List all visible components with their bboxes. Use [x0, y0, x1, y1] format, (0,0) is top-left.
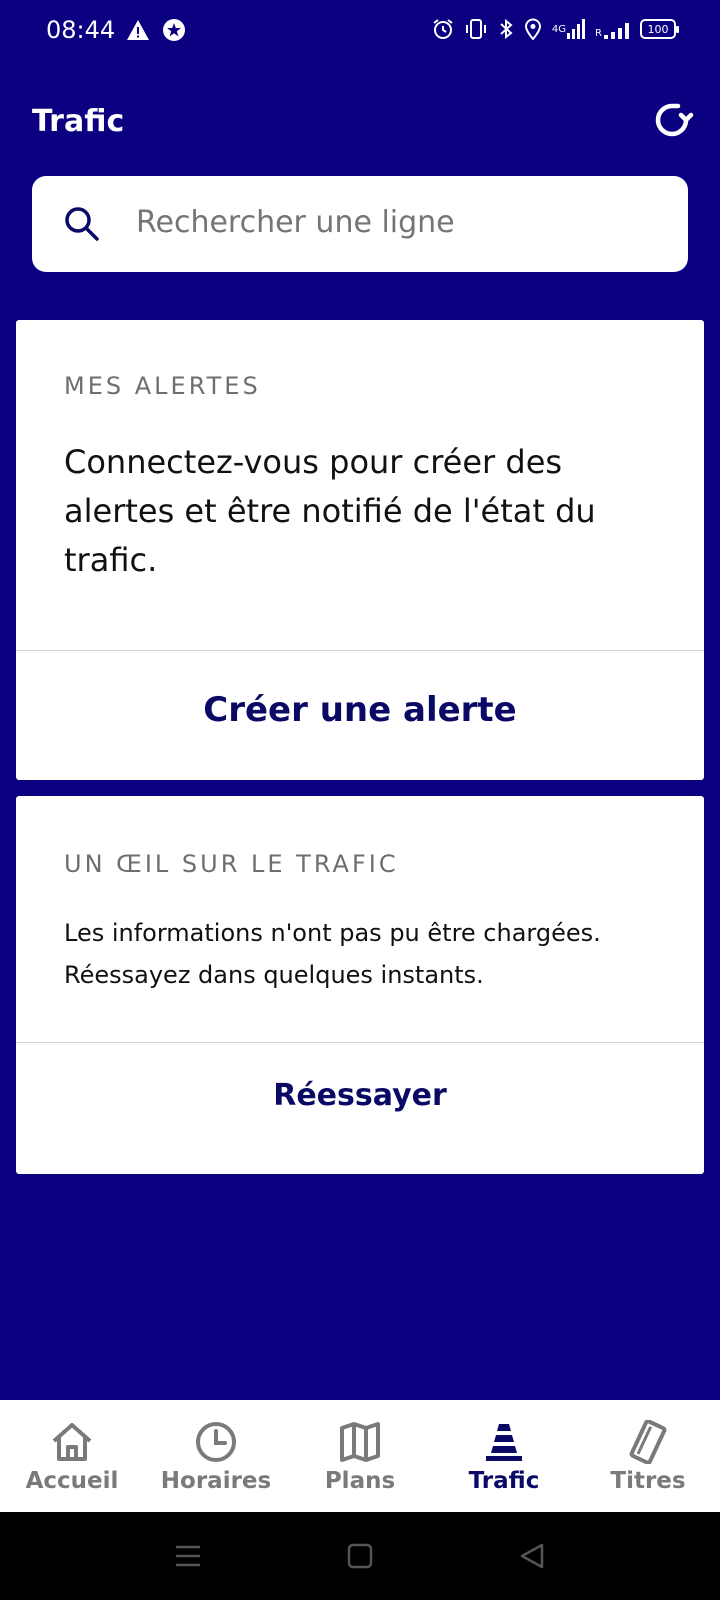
star-badge-icon: [162, 18, 186, 42]
traffic-card: UN ŒIL SUR LE TRAFIC Les informations n'…: [16, 796, 704, 1174]
nav-label-horaires: Horaires: [160, 1468, 272, 1494]
alerts-card: MES ALERTES Connectez-vous pour créer de…: [16, 320, 704, 780]
home-button[interactable]: [344, 1540, 376, 1572]
nav-label-plans: Plans: [324, 1468, 396, 1494]
status-bar: 08:44 4G R 100: [0, 0, 720, 64]
traffic-card-title: UN ŒIL SUR LE TRAFIC: [64, 850, 399, 878]
menu-icon: [176, 1545, 200, 1567]
back-button[interactable]: [516, 1540, 548, 1572]
signal-roaming-icon: R: [595, 19, 630, 39]
signal-icon: 4G: [552, 19, 586, 39]
search-placeholder: Rechercher une ligne: [136, 205, 455, 240]
location-icon: [524, 18, 542, 40]
divider: [16, 1042, 704, 1043]
home-icon: [48, 1418, 96, 1466]
back-triangle-icon: [520, 1543, 544, 1569]
refresh-icon: [655, 103, 694, 137]
clock-icon: [192, 1418, 240, 1466]
search-icon: [65, 207, 99, 241]
nav-label-accueil: Accueil: [25, 1468, 119, 1494]
search-input[interactable]: Rechercher une ligne: [32, 176, 688, 272]
square-icon: [347, 1543, 373, 1569]
menu-button[interactable]: [172, 1540, 204, 1572]
bluetooth-icon: [498, 18, 514, 40]
nav-item-plans[interactable]: Plans: [288, 1400, 432, 1512]
retry-button[interactable]: Réessayer: [16, 1078, 704, 1113]
alarm-icon: [432, 18, 454, 40]
traffic-card-message: Les informations n'ont pas pu être charg…: [64, 919, 601, 989]
traffic-cone-icon: [480, 1418, 528, 1466]
divider: [16, 650, 704, 651]
battery-level: 100: [647, 22, 669, 36]
refresh-button[interactable]: [648, 96, 696, 144]
system-navigation-bar: [0, 1512, 720, 1600]
battery-icon: 100: [640, 19, 679, 39]
nav-label-trafic: Trafic: [468, 1468, 540, 1494]
status-time: 08:44: [46, 16, 116, 44]
create-alert-button[interactable]: Créer une alerte: [16, 690, 704, 730]
nav-item-trafic[interactable]: Trafic: [432, 1400, 576, 1512]
nav-item-titres[interactable]: Titres: [576, 1400, 720, 1512]
map-icon: [336, 1418, 384, 1466]
nav-item-horaires[interactable]: Horaires: [144, 1400, 288, 1512]
nav-item-accueil[interactable]: Accueil: [0, 1400, 144, 1512]
alerts-card-message: Connectez-vous pour créer des alertes et…: [64, 443, 596, 579]
ticket-icon: [624, 1418, 672, 1466]
warning-icon: [126, 19, 150, 41]
alerts-card-title: MES ALERTES: [64, 372, 261, 400]
nav-label-titres: Titres: [610, 1468, 686, 1494]
page-title: Trafic: [32, 104, 125, 139]
vibrate-icon: [464, 18, 488, 40]
bottom-navigation: Accueil Horaires Plans Trafic Titres: [0, 1400, 720, 1512]
